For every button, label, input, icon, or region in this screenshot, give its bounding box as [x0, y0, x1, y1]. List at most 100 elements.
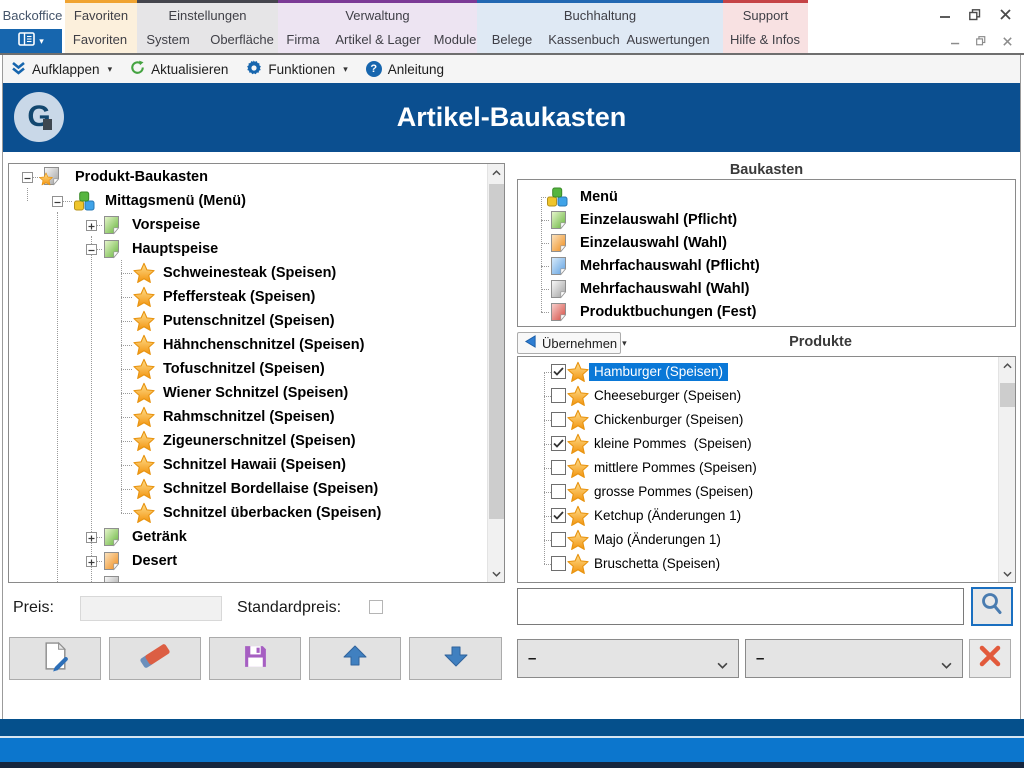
subtab-favoriten[interactable]: Favoriten: [73, 29, 127, 53]
produkt-checkbox[interactable]: [551, 412, 566, 427]
tree-expander-minus[interactable]: [86, 244, 97, 255]
toolbar-anleitung-button[interactable]: ? Anleitung: [366, 61, 444, 77]
produkt-checkbox[interactable]: [551, 460, 566, 475]
produkt-item-mittlere-pommes-speisen[interactable]: mittlere Pommes (Speisen): [518, 456, 998, 480]
save-button[interactable]: [209, 637, 301, 680]
scroll-down-icon[interactable]: [488, 565, 505, 582]
tree-expander-plus[interactable]: [86, 556, 97, 567]
baukasten-item-produktbuchungen-fest[interactable]: Produktbuchungen (Fest): [518, 300, 1015, 324]
tree-expander-minus[interactable]: [52, 196, 63, 207]
window-minimize-button[interactable]: [932, 5, 958, 24]
produkt-checkbox[interactable]: [551, 484, 566, 499]
produkt-item-grosse-pommes-speisen[interactable]: grosse Pommes (Speisen): [518, 480, 998, 504]
produkt-item-cheeseburger-speisen[interactable]: Cheeseburger (Speisen): [518, 384, 998, 408]
subtab-oberflaeche[interactable]: Oberfläche: [210, 29, 274, 53]
os-taskbar[interactable]: [0, 738, 1024, 762]
scrollbar-thumb[interactable]: [1000, 383, 1015, 407]
child-close-button[interactable]: [996, 33, 1018, 49]
subtab-firma[interactable]: Firma: [286, 29, 319, 53]
produkt-checkbox[interactable]: [551, 532, 566, 547]
tab-einstellungen[interactable]: Einstellungen: [137, 0, 278, 29]
subtab-system[interactable]: System: [146, 29, 189, 53]
tree-item-produkt-baukasten[interactable]: Produkt-Baukasten: [9, 165, 487, 189]
tree-item-zigeunerschnitzel-speisen[interactable]: Zigeunerschnitzel (Speisen): [9, 429, 487, 453]
scroll-down-icon[interactable]: [999, 565, 1016, 582]
produkt-item-hamburger-speisen[interactable]: Hamburger (Speisen): [518, 360, 998, 384]
produkt-checkbox-checked[interactable]: [551, 436, 566, 451]
window-close-button[interactable]: [992, 5, 1018, 24]
tree-item-putenschnitzel-speisen[interactable]: Putenschnitzel (Speisen): [9, 309, 487, 333]
clear-filter-button[interactable]: [969, 639, 1011, 678]
tree-expander-minus[interactable]: [22, 172, 33, 183]
baukasten-item-einzelauswahl-pflicht[interactable]: Einzelauswahl (Pflicht): [518, 208, 1015, 232]
subtab-artikel-lager[interactable]: Artikel & Lager: [335, 29, 420, 53]
tree-item-schnitzel-hawaii-speisen[interactable]: Schnitzel Hawaii (Speisen): [9, 453, 487, 477]
tree-item-hahnchenschnitzel-speisen[interactable]: Hähnchenschnitzel (Speisen): [9, 333, 487, 357]
child-restore-button[interactable]: [970, 33, 992, 49]
subtab-module[interactable]: Module: [434, 29, 477, 53]
window-restore-button[interactable]: [962, 5, 988, 24]
produkt-item-bruschetta-speisen[interactable]: Bruschetta (Speisen): [518, 552, 998, 576]
baukasten-item-mehrfachauswahl-wahl[interactable]: Mehrfachauswahl (Wahl): [518, 277, 1015, 301]
tree-item-vorspeise[interactable]: Vorspeise: [9, 213, 487, 237]
subtab-kassenbuch[interactable]: Kassenbuch: [548, 29, 620, 53]
tree-item-schnitzel-uberbacken-speisen[interactable]: Schnitzel überbacken (Speisen): [9, 501, 487, 525]
produkt-checkbox[interactable]: [551, 388, 566, 403]
tree-item-tofuschnitzel-speisen[interactable]: Tofuschnitzel (Speisen): [9, 357, 487, 381]
baukasten-item-menu[interactable]: Menü: [518, 185, 1015, 209]
produkt-checkbox-checked[interactable]: [551, 508, 566, 523]
arrow-down-icon: [443, 645, 469, 672]
scroll-up-icon[interactable]: [999, 357, 1016, 374]
tab-backoffice[interactable]: Backoffice: [0, 0, 65, 29]
tab-favoriten[interactable]: Favoriten: [65, 0, 137, 29]
uebernehmen-button[interactable]: Übernehmen ▾: [517, 332, 621, 354]
subtab-auswertungen[interactable]: Auswertungen: [626, 29, 709, 53]
produkt-item-ketchup-anderungen-1[interactable]: Ketchup (Änderungen 1): [518, 504, 998, 528]
subtab-hilfe-infos[interactable]: Hilfe & Infos: [730, 29, 800, 53]
tree-item-hidden[interactable]: [9, 573, 487, 583]
produkt-checkbox-checked[interactable]: [551, 364, 566, 379]
tab-verwaltung[interactable]: Verwaltung: [278, 0, 477, 29]
tree-item-wiener-schnitzel-speisen[interactable]: Wiener Schnitzel (Speisen): [9, 381, 487, 405]
star-icon: [133, 333, 155, 357]
tree-item-hauptspeise[interactable]: Hauptspeise: [9, 237, 487, 261]
baukasten-item-einzelauswahl-wahl[interactable]: Einzelauswahl (Wahl): [518, 231, 1015, 255]
tree-item-schweinesteak-speisen[interactable]: Schweinesteak (Speisen): [9, 261, 487, 285]
preis-input[interactable]: [80, 596, 222, 621]
tree-expander-plus[interactable]: [86, 220, 97, 231]
tree-item-mittagsmenu-menu[interactable]: Mittagsmenü (Menü): [9, 189, 487, 213]
tree-item-schnitzel-bordellaise-speisen[interactable]: Schnitzel Bordellaise (Speisen): [9, 477, 487, 501]
toolbar-aufklappen-button[interactable]: Aufklappen ▾: [11, 61, 112, 78]
produkt-checkbox[interactable]: [551, 556, 566, 571]
baukasten-title: Baukasten: [517, 162, 1016, 178]
produkt-item-kleine-pommes-speisen[interactable]: kleine Pommes (Speisen): [518, 432, 998, 456]
search-button[interactable]: [971, 587, 1013, 626]
filter-dropdown-1[interactable]: –: [517, 639, 739, 678]
move-down-button[interactable]: [409, 637, 502, 680]
tree-item-pfeffersteak-speisen[interactable]: Pfeffersteak (Speisen): [9, 285, 487, 309]
tree-item-rahmschnitzel-speisen[interactable]: Rahmschnitzel (Speisen): [9, 405, 487, 429]
search-input[interactable]: [517, 588, 964, 625]
tree-scrollbar[interactable]: [487, 164, 504, 582]
tree-expander-plus[interactable]: [86, 532, 97, 543]
toolbar-aktualisieren-button[interactable]: Aktualisieren: [130, 60, 228, 78]
move-up-button[interactable]: [309, 637, 401, 680]
tree-item-desert[interactable]: Desert: [9, 549, 487, 573]
new-entry-button[interactable]: [9, 637, 101, 680]
baukasten-item-mehrfachauswahl-pflicht[interactable]: Mehrfachauswahl (Pflicht): [518, 254, 1015, 278]
toolbar-funktionen-button[interactable]: Funktionen ▾: [246, 60, 347, 79]
produkte-scrollbar[interactable]: [998, 357, 1015, 582]
standardpreis-checkbox[interactable]: [369, 600, 383, 614]
tab-buchhaltung[interactable]: Buchhaltung: [477, 0, 723, 29]
produkt-item-majo-anderungen-1[interactable]: Majo (Änderungen 1): [518, 528, 998, 552]
delete-button[interactable]: [109, 637, 201, 680]
view-menu-button[interactable]: ▾: [0, 29, 62, 53]
scrollbar-thumb[interactable]: [489, 184, 504, 519]
tree-item-getrank[interactable]: Getränk: [9, 525, 487, 549]
scroll-up-icon[interactable]: [488, 164, 505, 181]
produkt-item-chickenburger-speisen[interactable]: Chickenburger (Speisen): [518, 408, 998, 432]
filter-dropdown-2[interactable]: –: [745, 639, 963, 678]
subtab-belege[interactable]: Belege: [492, 29, 532, 53]
child-minimize-button[interactable]: [944, 33, 966, 49]
tab-support[interactable]: Support: [723, 0, 808, 29]
